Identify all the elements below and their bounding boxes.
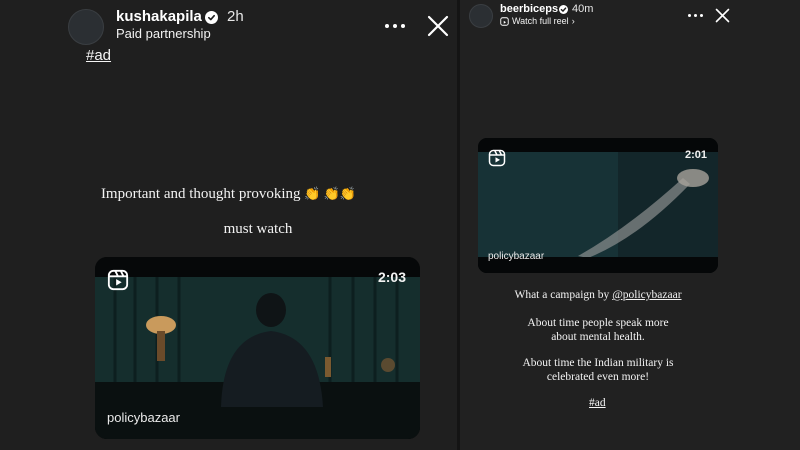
video-duration: 2:03 (377, 269, 406, 285)
story-caption: Important and thought provoking 👏 👏👏 (0, 186, 457, 203)
caption-line: About time people speak more (527, 317, 669, 329)
mention-policybazaar[interactable]: @policybazaar (612, 289, 681, 301)
video-duration: 2:01 (684, 149, 707, 161)
caption-line: about mental health. (551, 331, 645, 343)
reels-icon (500, 16, 509, 26)
caption-campaign-line: What a campaign by @policybazaar (460, 289, 736, 301)
verified-badge-icon (205, 11, 218, 24)
reels-icon (107, 269, 129, 291)
caption-line: celebrated even more! (546, 371, 650, 383)
clapping-emoji: 👏 👏👏 (304, 186, 357, 201)
username[interactable]: kushakapila (116, 8, 202, 25)
reel-video-preview[interactable]: 2:01 policybazaar (478, 138, 718, 273)
more-options-icon[interactable] (688, 14, 703, 17)
story-left: kushakapila 2h Paid partnership #ad Impo… (0, 0, 457, 450)
watch-full-reel-link[interactable]: Watch full reel › (500, 16, 575, 26)
more-options-icon[interactable] (385, 24, 405, 28)
post-time: 40m (572, 3, 594, 15)
avatar[interactable] (68, 9, 104, 45)
video-brand-label: policybazaar (107, 410, 180, 425)
caption-line-2: must watch (223, 221, 293, 237)
caption-line-1: Important and thought provoking (100, 186, 301, 202)
paid-partnership-label[interactable]: Paid partnership (116, 26, 211, 41)
caption-line: About time the Indian military is (522, 357, 674, 369)
hashtag-ad[interactable]: #ad (86, 47, 111, 64)
video-brand-label: policybazaar (488, 251, 545, 262)
reels-icon (488, 149, 506, 167)
close-icon[interactable] (715, 8, 730, 23)
story-right: beerbiceps 40m Watch full reel › 2:01 po… (460, 0, 800, 450)
post-time: 2h (227, 8, 244, 25)
username[interactable]: beerbiceps (500, 3, 558, 15)
reel-video-preview[interactable]: 2:03 policybazaar (95, 257, 420, 439)
hashtag-ad[interactable]: #ad (589, 397, 606, 409)
caption-mental-health: About time people speak more about menta… (460, 316, 736, 344)
chevron-right-icon: › (571, 16, 575, 26)
verified-badge-icon (559, 5, 568, 14)
caption-military: About time the Indian military is celebr… (460, 356, 736, 384)
caption-prefix: What a campaign by (514, 289, 613, 301)
close-icon[interactable] (427, 15, 449, 37)
watch-full-reel-label: Watch full reel (512, 16, 569, 26)
avatar[interactable] (469, 4, 493, 28)
